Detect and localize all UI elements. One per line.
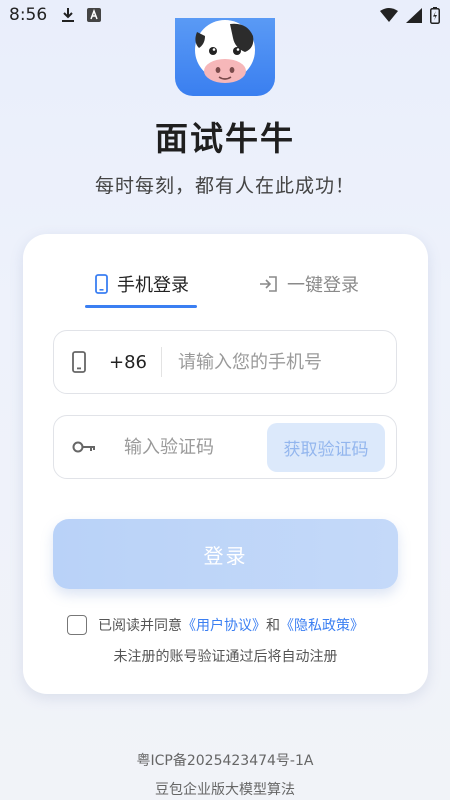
login-card: 手机登录 一键登录 +86 获取验证码 登录 已阅读并同意《用户协议》和《隐私政… [23,234,428,694]
active-tab-indicator [85,305,197,308]
get-code-button[interactable]: 获取验证码 [267,423,385,472]
tab-label: 手机登录 [117,275,189,296]
status-time: 8:56 [9,5,48,25]
login-button[interactable]: 登录 [53,519,398,589]
download-icon [61,7,75,23]
divider [161,347,162,377]
auto-register-notice: 未注册的账号验证通过后将自动注册 [113,649,338,665]
privacy-policy-link[interactable]: 《隐私政策》 [280,618,364,634]
wifi-icon [380,8,398,22]
tab-one-click-login[interactable]: 一键登录 [258,264,359,304]
tab-phone-login[interactable]: 手机登录 [95,264,189,304]
app-title: 面试牛牛 [155,119,295,158]
login-tabs: 手机登录 一键登录 [23,264,428,309]
login-arrow-icon [258,275,278,293]
verification-code-input[interactable] [124,431,264,463]
agreement-conjunction: 和 [266,618,280,634]
app-notification-icon [87,8,102,22]
user-agreement-link[interactable]: 《用户协议》 [182,618,266,634]
signal-icon [406,7,422,23]
key-icon [72,416,96,478]
icp-record[interactable]: 粤ICP备2025423474号-1A [0,750,450,770]
cow-logo-icon [175,18,275,96]
country-code[interactable]: +86 [109,352,147,373]
phone-input[interactable] [178,346,388,378]
agreement-prefix: 已阅读并同意 [98,618,182,634]
verification-code-field: 获取验证码 [53,415,397,479]
phone-icon [95,274,108,294]
agreement-row: 已阅读并同意《用户协议》和《隐私政策》 [67,614,364,636]
phone-icon [72,331,86,393]
battery-icon [430,6,440,24]
app-slogan: 每时每刻，都有人在此成功！ [94,175,355,197]
agreement-checkbox[interactable] [67,615,87,635]
agreement-text: 已阅读并同意《用户协议》和《隐私政策》 [98,615,364,635]
phone-field: +86 [53,330,397,394]
algorithm-notice[interactable]: 豆包企业版大模型算法 [0,779,450,799]
tab-label: 一键登录 [287,275,359,296]
